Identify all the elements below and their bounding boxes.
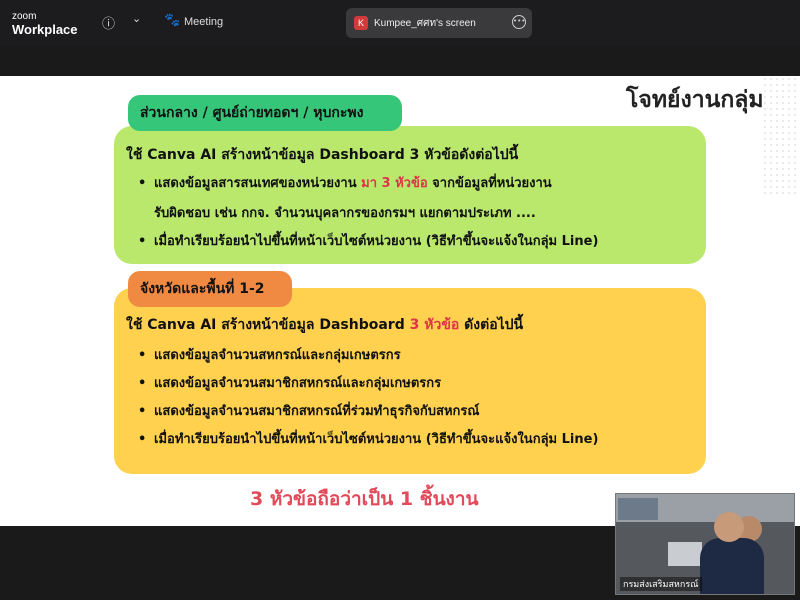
section1-box: ใช้ Canva AI สร้างหน้าข้อมูล Dashboard 3… — [114, 126, 706, 264]
meeting-icon[interactable]: 🐾 — [164, 13, 180, 28]
slide-footer: 3 หัวข้อถือว่าเป็น 1 ชิ้นงาน — [250, 488, 479, 510]
section2-bullet: • แสดงข้อมูลจำนวนสมาชิกสหกรณ์ที่ร่วมทำธุร… — [138, 404, 480, 419]
section1-bullet2: • เมื่อทำเรียบร้อยนำไปขึ้นที่หน้าเว็บไซต์… — [138, 234, 599, 249]
slide-title: โจทย์งานกลุ่ม — [626, 87, 764, 113]
section1-intro: ใช้ Canva AI สร้างหน้าข้อมูล Dashboard 3… — [126, 147, 519, 163]
section1-bullet1: • แสดงข้อมูลสารสนเทศของหน่วยงาน มา 3 หัวข… — [138, 176, 552, 191]
more-options-icon[interactable]: ••• — [512, 15, 526, 29]
section2-intro: ใช้ Canva AI สร้างหน้าข้อมูล Dashboard 3… — [126, 317, 524, 333]
info-icon[interactable]: ⓘ — [102, 13, 115, 32]
highlight-text: มา 3 หัวข้อ — [361, 176, 428, 191]
section2-bullet: • แสดงข้อมูลจำนวนสหกรณ์และกลุ่มเกษตรกร — [138, 348, 401, 363]
presenter-avatar: K — [354, 16, 368, 30]
participant-video-tile[interactable]: กรมส่งเสริมสหกรณ์ — [615, 493, 795, 595]
section1-tag: ส่วนกลาง / ศูนย์ถ่ายทอดฯ / หุบกะพง — [128, 95, 402, 131]
logo-line2: Workplace — [12, 22, 78, 37]
section2-bullet: • แสดงข้อมูลจำนวนสมาชิกสหกรณ์และกลุ่มเกษต… — [138, 376, 442, 391]
highlight-text: 3 หัวข้อ — [409, 317, 460, 333]
participant-image — [714, 512, 744, 542]
background-screen — [618, 498, 658, 520]
chevron-down-icon[interactable]: ⌄ — [132, 12, 141, 25]
screen-share-indicator[interactable]: K Kumpee_ศศท's screen ••• — [346, 8, 532, 38]
section2-tag: จังหวัดและพื้นที่ 1-2 — [128, 271, 292, 307]
participant-name: กรมส่งเสริมสหกรณ์ — [620, 577, 702, 591]
zoom-logo: zoom Workplace — [12, 10, 78, 36]
laptop-image — [668, 542, 702, 566]
dot-pattern-decoration — [762, 76, 800, 196]
share-label: Kumpee_ศศท's screen — [374, 18, 476, 29]
shared-slide: โจทย์งานกลุ่ม ใช้ Canva AI สร้างหน้าข้อม… — [0, 76, 800, 526]
section2-bullet: • เมื่อทำเรียบร้อยนำไปขึ้นที่หน้าเว็บไซต์… — [138, 432, 599, 447]
meeting-button[interactable]: Meeting — [184, 16, 223, 28]
section1-bullet1-continued: รับผิดชอบ เช่น กกจ. จำนวนบุคลากรของกรมฯ … — [154, 206, 536, 221]
zoom-top-bar: zoom Workplace ⓘ ⌄ 🐾 Meeting K Kumpee_ศศ… — [0, 0, 800, 46]
section2-box: ใช้ Canva AI สร้างหน้าข้อมูล Dashboard 3… — [114, 288, 706, 474]
